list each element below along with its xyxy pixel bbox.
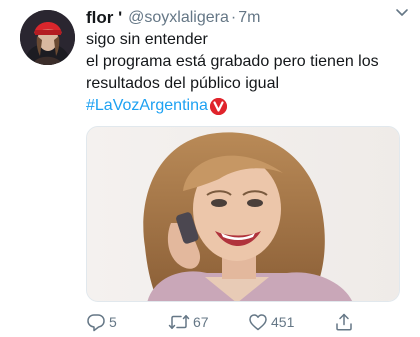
tweet-actions: 5 67 451 xyxy=(86,311,400,333)
retweet-count: 67 xyxy=(193,314,209,330)
reply-icon xyxy=(87,314,105,332)
tweet-text-line: resultados del público igual xyxy=(86,75,280,92)
share-icon xyxy=(336,313,352,331)
reply-button[interactable]: 5 xyxy=(86,311,117,333)
like-button[interactable]: 451 xyxy=(248,311,294,333)
avatar[interactable] xyxy=(20,10,75,65)
timestamp[interactable]: 7m xyxy=(238,9,260,27)
share-button[interactable] xyxy=(334,311,354,333)
chevron-down-icon[interactable] xyxy=(394,4,410,20)
heart-icon xyxy=(249,314,267,331)
tweet-header: flor ' @soyxlaligera · 7m xyxy=(86,6,400,30)
tweet[interactable]: flor ' @soyxlaligera · 7m sigo sin enten… xyxy=(0,0,420,337)
hashtag-link[interactable]: #LaVozArgentina xyxy=(86,95,208,117)
user-handle[interactable]: @soyxlaligera xyxy=(128,9,229,27)
like-count: 451 xyxy=(271,314,295,330)
tweet-media-image[interactable] xyxy=(86,126,400,302)
media-photo xyxy=(87,127,399,301)
hashtag-row: #LaVozArgentina xyxy=(86,95,408,117)
retweet-button[interactable]: 67 xyxy=(168,311,209,333)
tweet-text: sigo sin entender el programa está graba… xyxy=(86,29,408,117)
separator: · xyxy=(230,9,237,26)
la-voz-logo-icon xyxy=(209,97,227,115)
reply-count: 5 xyxy=(109,314,117,330)
avatar-image xyxy=(20,10,75,65)
retweet-icon xyxy=(168,314,190,330)
display-name[interactable]: flor ' xyxy=(86,8,122,28)
tweet-text-line: el programa está grabado pero tienen los xyxy=(86,53,379,70)
tweet-text-line: sigo sin entender xyxy=(86,31,208,48)
